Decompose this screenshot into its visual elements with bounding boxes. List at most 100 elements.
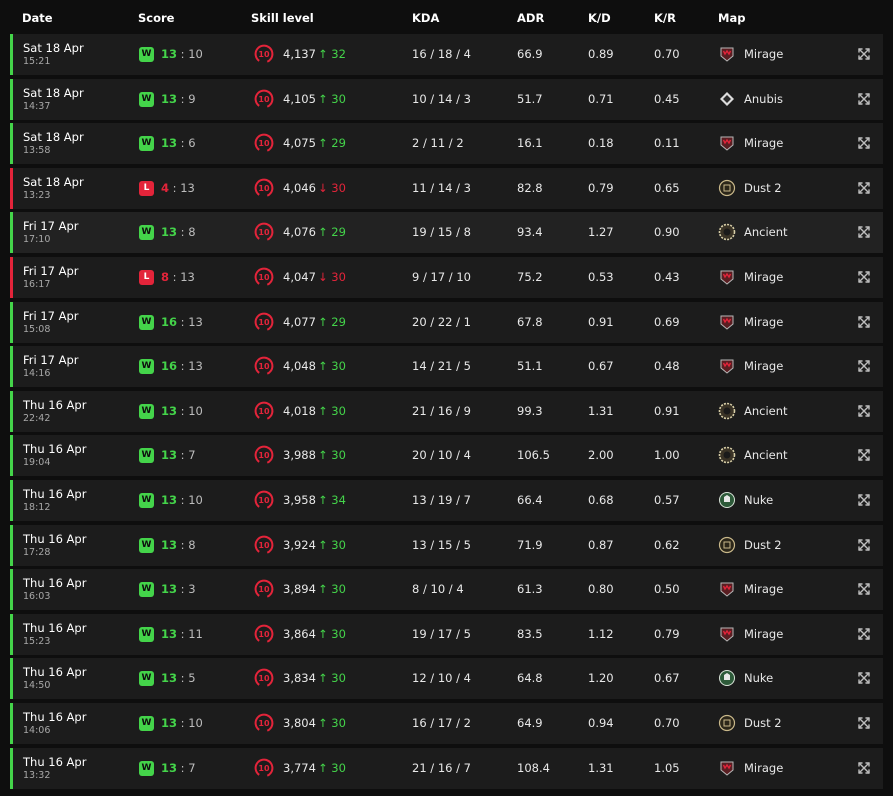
match-row[interactable]: Sat 18 Apr 13:58 W 13 : 6 10 4,075 ↑ 29 2 / 11 …: [10, 123, 883, 165]
match-score: 4 : 13: [161, 181, 195, 195]
elo-value: 4,018: [283, 403, 316, 418]
expand-icon[interactable]: [857, 670, 871, 685]
arrow-up-icon: ↑: [318, 403, 332, 418]
elo-change: ↑ 30: [318, 761, 346, 775]
match-date: Fri 17 Apr: [23, 308, 79, 323]
elo-change: ↑ 32: [318, 47, 346, 61]
match-row[interactable]: Sat 18 Apr 13:23 L 4 : 13 10 4,046 ↓ 30 11 / 14…: [10, 167, 883, 209]
result-badge: W: [139, 760, 154, 776]
elo-value: 3,774: [283, 760, 316, 775]
expand-icon[interactable]: [857, 314, 871, 328]
match-score: 16 : 13: [161, 359, 203, 373]
expand-icon[interactable]: [857, 581, 871, 595]
kda-value: 11 / 14 / 3: [412, 180, 471, 195]
elo-change: ↑ 29: [318, 315, 346, 329]
kda-value: 13 / 15 / 5: [412, 537, 471, 552]
expand-icon[interactable]: [857, 46, 871, 60]
expand-icon[interactable]: [857, 91, 871, 105]
elo-value: 4,076: [283, 225, 316, 240]
expand-icon[interactable]: [857, 626, 871, 640]
elo-change: ↑ 30: [318, 582, 346, 596]
match-score: 13 : 8: [161, 225, 196, 239]
kda-value: 19 / 15 / 8: [412, 225, 471, 240]
column-adr[interactable]: ADR: [517, 11, 544, 25]
match-row[interactable]: Sat 18 Apr 15:21 W 13 : 10 10 4,137 ↑ 32 16 / 1…: [10, 34, 883, 75]
score-separator: :: [177, 47, 189, 61]
skill-level-10-icon: 10: [254, 89, 274, 109]
match-row[interactable]: Thu 16 Apr 14:06 W 13 : 10 10 3,804 ↑ 30 16 / 1…: [10, 702, 883, 744]
match-row[interactable]: Fri 17 Apr 17:10 W 13 : 8 10 4,076 ↑ 29 19 / 15…: [10, 212, 883, 254]
expand-icon[interactable]: [857, 224, 871, 239]
expand-icon[interactable]: [857, 269, 871, 283]
match-row[interactable]: Fri 17 Apr 16:17 L 8 : 13 10 4,047 ↓ 30 9 / 17 …: [10, 256, 883, 298]
expand-icon[interactable]: [857, 135, 871, 149]
skill-level-number: 10: [258, 585, 270, 594]
column-kr[interactable]: K/R: [654, 11, 676, 25]
kda-value: 21 / 16 / 7: [412, 760, 471, 775]
match-row[interactable]: Fri 17 Apr 14:16 W 16 : 13 10 4,048 ↑ 30 14 / 2…: [10, 346, 883, 388]
score-opponent: 10: [188, 715, 203, 730]
expand-icon[interactable]: [857, 537, 871, 551]
skill-level-number: 10: [258, 496, 270, 505]
match-row[interactable]: Thu 16 Apr 16:03 W 13 : 3 10 3,894 ↑ 30 8 / 10 …: [10, 569, 883, 611]
elo-change: ↑ 30: [318, 448, 346, 462]
adr-value: 67.8: [517, 314, 543, 329]
expand-icon[interactable]: [857, 447, 871, 462]
column-kd[interactable]: K/D: [588, 11, 611, 25]
match-date: Sat 18 Apr: [23, 174, 84, 189]
column-map[interactable]: Map: [718, 11, 745, 25]
map-name: Mirage: [744, 47, 784, 61]
column-date[interactable]: Date: [22, 11, 53, 25]
elo-value: 4,105: [283, 91, 316, 106]
elo-change-value: 29: [331, 225, 346, 240]
skill-level-10-icon: 10: [254, 445, 274, 465]
skill-level-10-icon: 10: [254, 133, 274, 153]
score-team: 13: [161, 403, 178, 418]
column-skill-level[interactable]: Skill level: [251, 11, 314, 25]
match-row[interactable]: Thu 16 Apr 18:12 W 13 : 10 10 3,958 ↑ 34 13 / 1…: [10, 479, 883, 521]
match-row[interactable]: Sat 18 Apr 14:37 W 13 : 9 10 4,105 ↑ 30 10 / 14…: [10, 78, 883, 120]
elo-change-value: 29: [331, 314, 346, 329]
expand-icon[interactable]: [857, 492, 871, 506]
match-time: 17:28: [23, 546, 51, 558]
score-team: 13: [161, 448, 178, 463]
kda-value: 21 / 16 / 9: [412, 403, 471, 418]
mirage-icon: [718, 268, 736, 286]
skill-level-number: 10: [258, 674, 270, 683]
kd-value: 0.79: [588, 180, 614, 195]
arrow-up-icon: ↑: [318, 760, 332, 775]
adr-value: 51.1: [517, 359, 543, 374]
score-opponent: 3: [188, 582, 196, 597]
column-score[interactable]: Score: [138, 11, 174, 25]
elo-change-value: 30: [331, 448, 346, 463]
match-date: Thu 16 Apr: [23, 665, 87, 680]
match-row[interactable]: Thu 16 Apr 15:23 W 13 : 11 10 3,864 ↑ 30 19 / 1…: [10, 613, 883, 655]
score-separator: :: [177, 359, 189, 374]
skill-level-number: 10: [258, 139, 270, 148]
map-name: Dust 2: [744, 180, 782, 195]
match-time: 16:03: [23, 591, 51, 603]
match-date: Fri 17 Apr: [23, 263, 79, 278]
match-history-table: Date Score Skill level KDA ADR K/D K/R M…: [0, 0, 893, 789]
score-separator: :: [169, 180, 181, 195]
score-team: 13: [161, 760, 178, 775]
match-row[interactable]: Thu 16 Apr 19:04 W 13 : 7 10 3,988 ↑ 30 20 / 10…: [10, 435, 883, 477]
elo-change: ↑ 29: [318, 225, 346, 239]
match-row[interactable]: Fri 17 Apr 15:08 W 16 : 13 10 4,077 ↑ 29 20 / 2…: [10, 301, 883, 343]
result-badge: W: [139, 225, 154, 241]
expand-icon[interactable]: [857, 760, 871, 774]
match-row[interactable]: Thu 16 Apr 13:32 W 13 : 7 10 3,774 ↑ 30 21 / 16…: [10, 747, 883, 789]
kd-value: 2.00: [588, 448, 614, 463]
expand-icon[interactable]: [857, 358, 871, 372]
expand-icon[interactable]: [857, 403, 871, 417]
match-row[interactable]: Thu 16 Apr 17:28 W 13 : 8 10 3,924 ↑ 30 13 / 15…: [10, 524, 883, 566]
column-kda[interactable]: KDA: [412, 11, 439, 25]
expand-icon[interactable]: [857, 180, 871, 194]
score-team: 13: [161, 582, 178, 597]
arrow-up-icon: ↑: [318, 671, 332, 686]
kda-value: 20 / 10 / 4: [412, 448, 471, 463]
expand-icon[interactable]: [857, 715, 871, 729]
skill-level-10-icon: 10: [254, 624, 274, 644]
match-row[interactable]: Thu 16 Apr 22:42 W 13 : 10 10 4,018 ↑ 30 21 / 1…: [10, 390, 883, 432]
match-row[interactable]: Thu 16 Apr 14:50 W 13 : 5 10 3,834 ↑ 30 12 / 10…: [10, 658, 883, 700]
